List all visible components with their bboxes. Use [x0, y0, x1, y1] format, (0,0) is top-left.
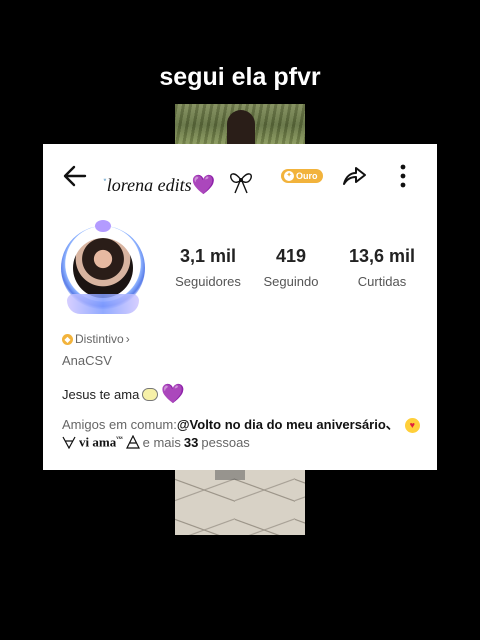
profile-bio: Jesus te ama 💜	[62, 384, 185, 405]
video-caption: segui ela pfvr	[159, 63, 321, 91]
mutual-friend-2[interactable]: vi amaᵛˣˢ	[79, 434, 123, 450]
profile-stats: 3,1 mil Seguidores 419 Seguindo 13,6 mil…	[168, 246, 430, 296]
background-video-top	[175, 104, 305, 146]
purple-heart-icon: 💜	[191, 175, 216, 196]
profile-username: ་lorena edits💜	[103, 175, 216, 196]
heart-eyes-emoji-icon: ♥	[404, 418, 420, 434]
profile-card: ་lorena edits💜 ✦ Ouro 3,1 mil Seguidores	[43, 144, 437, 470]
profile-header: ་lorena edits💜 ✦ Ouro	[43, 144, 437, 208]
chevron-right-icon: ›	[125, 332, 130, 346]
stat-followers[interactable]: 3,1 mil Seguidores	[168, 246, 248, 289]
avatar-photo	[73, 238, 133, 298]
mutual-friends-line[interactable]: Amigos em comum:@Volto no dia do meu ani…	[62, 414, 420, 434]
triangle-symbol-icon	[125, 435, 140, 449]
more-vertical-icon[interactable]	[395, 162, 411, 190]
avatar[interactable]	[53, 220, 153, 320]
back-arrow-icon[interactable]	[61, 162, 89, 190]
distintivo-link[interactable]: ◆ Distintivo ›	[62, 332, 130, 346]
badge-icon: ◆	[62, 333, 73, 345]
mutual-friends-line-2[interactable]: vi amaᵛˣˢ e mais 33 pessoas	[62, 434, 250, 450]
bow-icon	[230, 173, 252, 194]
avatar-frame-ornament	[67, 294, 139, 314]
coin-icon: ✦	[284, 171, 294, 181]
background-video-bottom	[175, 470, 305, 535]
gold-badge[interactable]: ✦ Ouro	[281, 169, 323, 183]
avatar-top-ornament	[95, 220, 111, 232]
share-icon[interactable]	[340, 162, 368, 190]
stat-likes[interactable]: 13,6 mil Curtidas	[334, 246, 430, 289]
triangle-symbol-icon	[62, 436, 76, 450]
mutual-friend-1[interactable]: @Volto no dia do meu aniversário、	[177, 417, 399, 432]
stat-following[interactable]: 419 Seguindo	[256, 246, 326, 289]
display-name: AnaCSV	[62, 353, 112, 368]
purple-heart-icon: 💜	[161, 384, 185, 405]
speech-bubble-icon	[142, 387, 159, 401]
